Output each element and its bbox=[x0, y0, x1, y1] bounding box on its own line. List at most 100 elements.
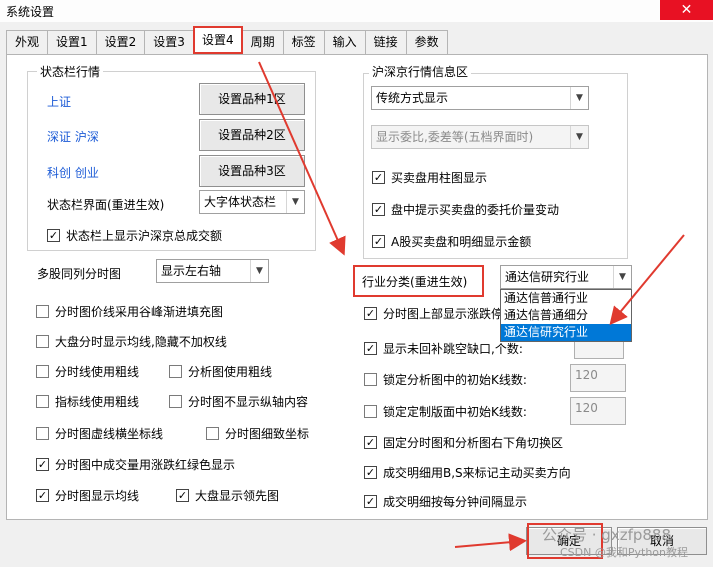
checkbox-icon[interactable] bbox=[169, 365, 182, 378]
checkbox-label: 锁定分析图中的初始K线数: bbox=[383, 373, 527, 387]
tab-0[interactable]: 外观 bbox=[6, 30, 49, 54]
kline-count-spin-1[interactable]: 120 bbox=[570, 364, 626, 392]
checkbox-row[interactable]: 分时图价线采用谷峰渐进填充图 bbox=[36, 303, 223, 320]
tab-3[interactable]: 设置3 bbox=[144, 30, 194, 54]
close-button[interactable]: ✕ bbox=[660, 0, 713, 20]
checkbox-icon[interactable]: ✓ bbox=[372, 235, 385, 248]
chevron-down-icon: ▼ bbox=[570, 126, 588, 148]
checkbox-icon[interactable]: ✓ bbox=[364, 436, 377, 449]
watermark-text: CSDN @我和Python教程 bbox=[560, 546, 688, 559]
status-interface-select[interactable]: 大字体状态栏 ▼ bbox=[199, 190, 305, 214]
industry-option[interactable]: 通达信普通细分 bbox=[501, 307, 631, 324]
status-bar-group-title: 状态栏行情 bbox=[37, 63, 104, 80]
industry-select[interactable]: 通达信研究行业 ▼ bbox=[500, 265, 632, 289]
watermark-text: 公众号 · gxzfp888 bbox=[542, 526, 672, 544]
checkbox-row[interactable]: 分时图细致坐标 bbox=[206, 425, 309, 442]
order-ratio-value: 显示委比,委差等(五档界面时) bbox=[376, 130, 534, 144]
checkbox-row[interactable]: ✓ 固定分时图和分析图右下角切换区 bbox=[364, 434, 563, 451]
show-total-checkbox-row[interactable]: ✓ 状态栏上显示沪深京总成交额 bbox=[47, 227, 222, 244]
checkbox-icon[interactable] bbox=[169, 395, 182, 408]
checkbox-row[interactable]: 分时图虚线横坐标线 bbox=[36, 425, 163, 442]
checkbox-icon[interactable]: ✓ bbox=[364, 342, 377, 355]
hs-option-row[interactable]: ✓ 盘中提示买卖盘的委托价量变动 bbox=[372, 201, 559, 218]
checkbox-icon[interactable] bbox=[364, 405, 377, 418]
tab-1[interactable]: 设置1 bbox=[47, 30, 97, 54]
checkbox-row[interactable]: ✓ 分时图上部显示涨跌停 bbox=[364, 305, 503, 322]
set-zone1-button[interactable]: 设置品种1区 bbox=[199, 83, 305, 115]
display-mode-value: 传统方式显示 bbox=[376, 91, 449, 105]
checkbox-icon[interactable]: ✓ bbox=[36, 489, 49, 502]
checkbox-icon[interactable]: ✓ bbox=[364, 466, 377, 479]
checkbox-row[interactable]: 分析图使用粗线 bbox=[169, 363, 272, 380]
industry-option[interactable]: 通达信研究行业 bbox=[501, 324, 631, 341]
tab-6[interactable]: 标签 bbox=[282, 30, 325, 54]
hs-option-label: 盘中提示买卖盘的委托价量变动 bbox=[391, 203, 560, 217]
checkbox-label: 分时线使用粗线 bbox=[55, 365, 140, 379]
checkbox-label: 分时图价线采用谷峰渐进填充图 bbox=[55, 305, 224, 319]
show-total-label: 状态栏上显示沪深京总成交额 bbox=[66, 229, 223, 243]
checkbox-row[interactable]: 锁定分析图中的初始K线数: bbox=[364, 371, 527, 388]
checkbox-icon[interactable]: ✓ bbox=[176, 489, 189, 502]
hs-option-label: A股买卖盘和明细显示金额 bbox=[391, 235, 532, 249]
label-shanghai: 上证 bbox=[47, 95, 72, 109]
tab-5[interactable]: 周期 bbox=[241, 30, 284, 54]
checkbox-label: 成交明细按每分钟间隔显示 bbox=[383, 495, 528, 509]
checkbox-icon[interactable] bbox=[206, 427, 219, 440]
window-title: 系统设置 bbox=[6, 5, 55, 19]
checkbox-label: 分时图虚线横坐标线 bbox=[55, 427, 164, 441]
checkbox-icon[interactable] bbox=[36, 335, 49, 348]
checkbox-icon[interactable] bbox=[36, 305, 49, 318]
industry-option[interactable]: 通达信普通行业 bbox=[501, 290, 631, 307]
checkbox-row[interactable]: ✓ 显示未回补跳空缺口,个数: bbox=[364, 340, 523, 357]
checkbox-label: 显示未回补跳空缺口,个数: bbox=[383, 342, 523, 356]
set-zone3-button[interactable]: 设置品种3区 bbox=[199, 155, 305, 187]
kline-count-value: 120 bbox=[575, 368, 598, 382]
hs-option-label: 买卖盘用柱图显示 bbox=[391, 171, 488, 185]
checkbox-row[interactable]: 指标线使用粗线 bbox=[36, 393, 139, 410]
checkbox-row[interactable]: ✓ 成交明细用B,S来标记主动买卖方向 bbox=[364, 464, 571, 481]
industry-value: 通达信研究行业 bbox=[505, 270, 590, 284]
tab-7[interactable]: 输入 bbox=[323, 30, 366, 54]
checkbox-icon[interactable]: ✓ bbox=[372, 171, 385, 184]
tab-2[interactable]: 设置2 bbox=[95, 30, 146, 54]
checkbox-icon[interactable] bbox=[36, 427, 49, 440]
checkbox-label: 成交明细用B,S来标记主动买卖方向 bbox=[383, 466, 571, 480]
hs-option-row[interactable]: ✓ A股买卖盘和明细显示金额 bbox=[372, 233, 531, 250]
tab-8[interactable]: 链接 bbox=[364, 30, 407, 54]
checkbox-icon[interactable] bbox=[36, 365, 49, 378]
label-shenzhen: 深证 沪深 bbox=[47, 130, 99, 144]
checkbox-row[interactable]: ✓ 分时图显示均线 bbox=[36, 487, 139, 504]
checkbox-icon[interactable]: ✓ bbox=[36, 458, 49, 471]
multi-stock-select[interactable]: 显示左右轴 ▼ bbox=[156, 259, 269, 283]
checkbox-row[interactable]: 锁定定制版面中初始K线数: bbox=[364, 403, 527, 420]
tab-4[interactable]: 设置4 bbox=[192, 26, 243, 54]
checkbox-label: 分析图使用粗线 bbox=[188, 365, 273, 379]
checkbox-icon[interactable]: ✓ bbox=[364, 495, 377, 508]
status-interface-value: 大字体状态栏 bbox=[204, 195, 277, 209]
title-bar: 系统设置 ✕ bbox=[0, 0, 713, 22]
tab-strip: 外观 设置1 设置2 设置3 设置4 周期 标签 输入 链接 参数 bbox=[6, 26, 448, 54]
checkbox-row[interactable]: ✓ 大盘显示领先图 bbox=[176, 487, 279, 504]
checkbox-label: 固定分时图和分析图右下角切换区 bbox=[383, 436, 564, 450]
chevron-down-icon: ▼ bbox=[250, 260, 268, 282]
hs-option-row[interactable]: ✓ 买卖盘用柱图显示 bbox=[372, 169, 487, 186]
checkbox-icon[interactable]: ✓ bbox=[372, 203, 385, 216]
checkbox-row[interactable]: 分时线使用粗线 bbox=[36, 363, 139, 380]
chevron-down-icon: ▼ bbox=[286, 191, 304, 213]
checkbox-icon[interactable] bbox=[364, 373, 377, 386]
multi-stock-label: 多股同列分时图 bbox=[37, 267, 122, 281]
kline-count-spin-2[interactable]: 120 bbox=[570, 397, 626, 425]
checkbox-icon[interactable]: ✓ bbox=[364, 307, 377, 320]
checkbox-row[interactable]: ✓ 成交明细按每分钟间隔显示 bbox=[364, 493, 527, 510]
order-ratio-select: 显示委比,委差等(五档界面时) ▼ bbox=[371, 125, 589, 149]
checkbox-icon[interactable] bbox=[36, 395, 49, 408]
display-mode-select[interactable]: 传统方式显示 ▼ bbox=[371, 86, 589, 110]
checkbox-icon[interactable]: ✓ bbox=[47, 229, 60, 242]
checkbox-label: 分时图显示均线 bbox=[55, 489, 140, 503]
chevron-down-icon: ▼ bbox=[613, 266, 631, 288]
checkbox-row[interactable]: ✓ 分时图中成交量用涨跌红绿色显示 bbox=[36, 456, 235, 473]
tab-9[interactable]: 参数 bbox=[405, 30, 448, 54]
set-zone2-button[interactable]: 设置品种2区 bbox=[199, 119, 305, 151]
checkbox-row[interactable]: 分时图不显示纵轴内容 bbox=[169, 393, 308, 410]
checkbox-row[interactable]: 大盘分时显示均线,隐藏不加权线 bbox=[36, 333, 227, 350]
